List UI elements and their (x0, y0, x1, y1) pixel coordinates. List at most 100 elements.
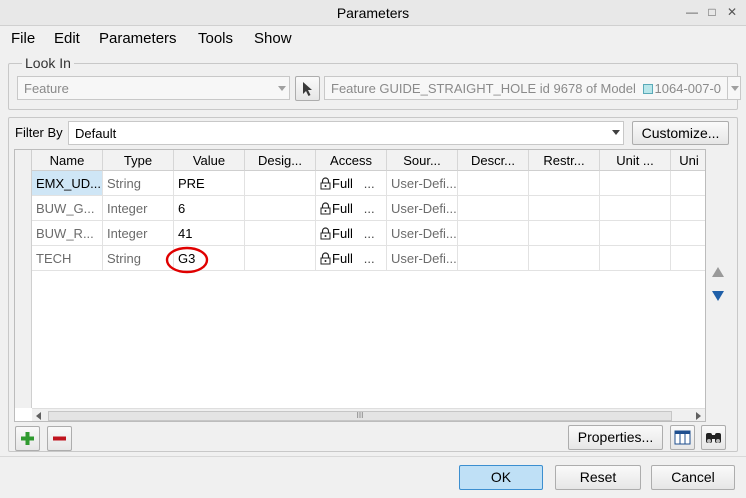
access-label: Full (332, 251, 353, 266)
lock-icon (320, 227, 331, 240)
chevron-down-icon (731, 86, 739, 91)
remove-parameter-button[interactable] (47, 426, 72, 451)
table-row-unit[interactable] (600, 196, 671, 221)
column-header-description[interactable]: Descr... (458, 150, 529, 171)
filter-by-label: Filter By (15, 125, 63, 140)
table-row-restricted[interactable] (529, 196, 600, 221)
table-row-type[interactable]: String (103, 171, 174, 196)
menu-bar: File Edit Parameters Tools Show (0, 27, 746, 51)
table-row-designate[interactable] (245, 221, 316, 246)
table-row-unit-2[interactable] (671, 221, 705, 246)
access-more[interactable]: ... (364, 251, 375, 266)
footer-separator (0, 456, 746, 457)
table-row-unit-2[interactable] (671, 246, 705, 271)
table-row-type[interactable]: Integer (103, 196, 174, 221)
table-row-type[interactable]: Integer (103, 221, 174, 246)
title-bar: Parameters — □ ✕ (0, 0, 746, 26)
column-header-unit-2[interactable]: Uni (671, 150, 705, 171)
scroll-left-icon[interactable] (36, 412, 41, 420)
annotation-circle (165, 246, 209, 274)
filter-by-value: Default (75, 126, 117, 141)
chevron-down-icon (612, 130, 620, 135)
menu-show[interactable]: Show (254, 30, 292, 47)
scroll-grip: III (356, 411, 364, 420)
table-row-description[interactable] (458, 196, 529, 221)
search-button[interactable] (701, 425, 726, 450)
table-row-access[interactable]: Full ... (316, 171, 387, 196)
column-header-designate[interactable]: Desig... (245, 150, 316, 171)
table-row-designate[interactable] (245, 246, 316, 271)
table-row-value[interactable]: PRE (174, 171, 245, 196)
table-row-access[interactable]: Full ... (316, 221, 387, 246)
lock-icon (320, 252, 331, 265)
look-in-feature-field: Feature GUIDE_STRAIGHT_HOLE id 9678 of M… (324, 76, 728, 100)
column-header-value[interactable]: Value (174, 150, 245, 171)
table-row-name[interactable]: TECH (32, 246, 103, 271)
minimize-icon[interactable]: — (684, 4, 700, 20)
column-header-unit[interactable]: Unit ... (600, 150, 671, 171)
table-row-unit[interactable] (600, 171, 671, 196)
customize-button[interactable]: Customize... (632, 121, 729, 145)
scroll-right-icon[interactable] (696, 412, 701, 420)
filter-by-select[interactable]: Default (68, 121, 624, 145)
parameters-table: Name Type Value Desig... Access Sour... … (14, 149, 706, 422)
table-row-designate[interactable] (245, 171, 316, 196)
table-row-unit[interactable] (600, 246, 671, 271)
access-more[interactable]: ... (364, 226, 375, 241)
table-row-source[interactable]: User-Defi... (387, 196, 458, 221)
access-more[interactable]: ... (364, 176, 375, 191)
table-row-access[interactable]: Full ... (316, 246, 387, 271)
table-row-access[interactable]: Full ... (316, 196, 387, 221)
window-title: Parameters (336, 5, 410, 21)
menu-file[interactable]: File (11, 30, 35, 47)
reset-button[interactable]: Reset (555, 465, 641, 490)
column-header-access[interactable]: Access (316, 150, 387, 171)
properties-button[interactable]: Properties... (568, 425, 663, 450)
table-row-source[interactable]: User-Defi... (387, 221, 458, 246)
binoculars-icon (706, 433, 721, 443)
table-row-restricted[interactable] (529, 246, 600, 271)
look-in-feature-value: Feature GUIDE_STRAIGHT_HOLE id 9678 of M… (331, 81, 636, 96)
scrollbar-thumb[interactable]: III (48, 411, 672, 421)
table-row-value[interactable]: 6 (174, 196, 245, 221)
table-row-name[interactable]: EMX_UD... (32, 171, 103, 196)
horizontal-scrollbar[interactable]: III (32, 408, 705, 421)
table-row-source[interactable]: User-Defi... (387, 171, 458, 196)
table-row-unit-2[interactable] (671, 171, 705, 196)
menu-tools[interactable]: Tools (198, 30, 233, 47)
table-row-restricted[interactable] (529, 171, 600, 196)
table-columns-icon (674, 430, 691, 445)
plus-icon (21, 432, 34, 445)
table-row-description[interactable] (458, 171, 529, 196)
table-row-unit-2[interactable] (671, 196, 705, 221)
table-row-description[interactable] (458, 246, 529, 271)
move-up-icon[interactable] (711, 266, 725, 278)
table-row-type[interactable]: String (103, 246, 174, 271)
minus-icon (53, 436, 66, 441)
move-down-icon[interactable] (711, 290, 725, 302)
table-row-description[interactable] (458, 221, 529, 246)
column-header-restricted[interactable]: Restr... (529, 150, 600, 171)
table-row-restricted[interactable] (529, 221, 600, 246)
table-row-source[interactable]: User-Defi... (387, 246, 458, 271)
table-row-name[interactable]: BUW_G... (32, 196, 103, 221)
table-row-value[interactable]: 41 (174, 221, 245, 246)
menu-edit[interactable]: Edit (54, 30, 80, 47)
column-header-source[interactable]: Sour... (387, 150, 458, 171)
cancel-button[interactable]: Cancel (651, 465, 735, 490)
columns-button[interactable] (670, 425, 695, 450)
menu-parameters[interactable]: Parameters (99, 30, 177, 47)
column-header-type[interactable]: Type (103, 150, 174, 171)
access-label: Full (332, 201, 353, 216)
look-in-model-value: 1064-007-0 (654, 81, 722, 96)
table-row-name[interactable]: BUW_R... (32, 221, 103, 246)
column-header-name[interactable]: Name (32, 150, 103, 171)
close-icon[interactable]: ✕ (724, 4, 740, 20)
maximize-icon[interactable]: □ (704, 4, 720, 20)
ok-button[interactable]: OK (459, 465, 543, 490)
table-row-unit[interactable] (600, 221, 671, 246)
access-more[interactable]: ... (364, 201, 375, 216)
add-parameter-button[interactable] (15, 426, 40, 451)
lock-icon (320, 202, 331, 215)
table-row-designate[interactable] (245, 196, 316, 221)
